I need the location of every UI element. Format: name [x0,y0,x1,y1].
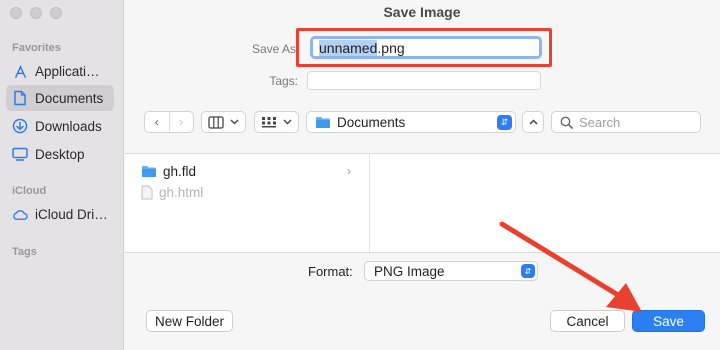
new-folder-button[interactable]: New Folder [146,310,233,332]
updown-arrows-icon: ⇵ [497,115,512,130]
folder-icon [142,165,156,177]
window-title: Save Image [383,4,461,20]
sidebar-item-downloads[interactable]: Downloads [6,113,114,139]
annotation-highlight-box [296,28,552,67]
zoom-window-button[interactable] [50,7,62,19]
sidebar-item-documents[interactable]: Documents [6,85,114,111]
sidebar-item-label: Desktop [35,146,85,162]
chevron-down-icon [230,119,239,125]
back-button[interactable]: ‹ [145,112,169,132]
file-name: gh.fld [163,163,197,179]
chevron-right-icon: › [347,164,351,178]
chevron-up-icon [528,119,538,125]
tags-label: Tags: [269,74,298,88]
sidebar-item-applications[interactable]: Applicati… [6,58,114,84]
format-label: Format: [308,264,353,279]
sidebar-item-label: iCloud Dri… [35,206,108,222]
cancel-button[interactable]: Cancel [550,310,625,332]
folder-icon [316,116,330,128]
format-value: PNG Image [374,263,445,279]
cloud-icon [12,206,28,222]
group-by-button[interactable] [254,111,299,133]
search-placeholder: Search [579,114,621,130]
file-icon [141,184,153,200]
back-forward-group: ‹ › [144,111,194,133]
document-icon [12,90,28,106]
sidebar-section-favorites: Favorites [12,42,61,54]
grid-icon [262,116,276,127]
sidebar-item-icloud-drive[interactable]: iCloud Dri… [6,201,114,227]
collapse-button[interactable] [522,111,544,133]
minimize-window-button[interactable] [30,7,42,19]
search-field[interactable]: Search [551,111,701,133]
sidebar-section-tags: Tags [12,246,37,258]
chevron-down-icon [283,119,292,125]
sidebar-item-label: Downloads [35,118,102,134]
view-mode-button[interactable] [201,111,246,133]
save-button[interactable]: Save [632,310,705,332]
applications-icon [12,63,28,79]
search-icon [560,116,573,129]
tags-input[interactable] [307,71,541,90]
save-as-label: Save As [251,42,296,56]
sidebar-item-desktop[interactable]: Desktop [6,141,114,167]
column-divider [369,154,370,254]
format-select[interactable]: PNG Image ⇵ [364,261,538,281]
columns-view-icon [208,115,224,129]
download-icon [12,118,28,134]
close-window-button[interactable] [10,7,22,19]
sidebar: Favorites Applicati… Documents Downloads… [0,0,124,350]
sidebar-item-label: Documents [35,90,104,106]
file-name: gh.html [159,184,204,200]
sidebar-item-label: Applicati… [35,63,100,79]
list-item-folder[interactable]: gh.fld [141,161,196,181]
file-browser: gh.fld › gh.html [125,153,720,254]
location-popup[interactable]: Documents ⇵ [306,111,516,133]
location-label: Documents [337,114,406,130]
desktop-icon [12,146,28,162]
updown-arrows-icon: ⇵ [521,264,535,278]
forward-button[interactable]: › [168,112,194,132]
list-item-file: gh.html [141,182,203,202]
window-controls [10,7,62,19]
save-dialog: Favorites Applicati… Documents Downloads… [0,0,720,350]
sidebar-section-icloud: iCloud [12,185,47,197]
